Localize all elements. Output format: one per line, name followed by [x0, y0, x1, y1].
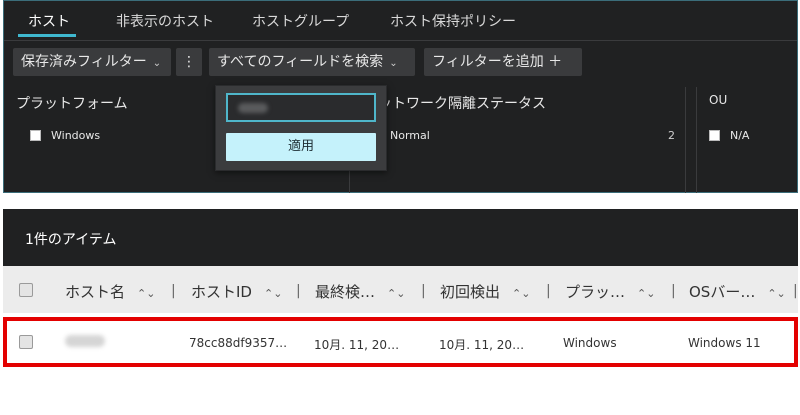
tab-bar: ホスト 非表示のホスト ホストグループ ホスト保持ポリシー: [4, 1, 797, 41]
column-separator: |: [793, 283, 798, 299]
sort-icon[interactable]: ⌃⌄: [512, 287, 530, 300]
search-input[interactable]: [226, 93, 376, 122]
facet-option-windows[interactable]: Windows: [30, 129, 100, 142]
facet-title-platform: プラットフォーム: [16, 96, 128, 112]
column-host-id[interactable]: ホストID ⌃⌄: [191, 281, 282, 302]
search-popup: 適用: [215, 85, 387, 171]
facet-option-normal[interactable]: Normal: [390, 129, 430, 142]
facet-count: 2: [668, 129, 675, 142]
facet-network-isolation: ットワーク隔離ステータス Normal 2: [350, 87, 686, 193]
chevron-down-icon: ⌄: [152, 58, 162, 69]
saved-filters-label: 保存済みフィルター: [21, 54, 147, 70]
facet-row: プラットフォーム Windows ットワーク隔離ステータス Normal 2 O…: [4, 87, 797, 193]
item-count: 1件のアイテム: [25, 232, 117, 248]
select-all-checkbox[interactable]: [19, 283, 33, 297]
column-label: プラッ…: [565, 283, 626, 301]
column-label: 最終検…: [315, 283, 376, 301]
column-label: ホストID: [191, 283, 252, 301]
sort-icon[interactable]: ⌃⌄: [767, 287, 785, 300]
column-separator: |: [546, 283, 551, 299]
tab-host-groups[interactable]: ホストグループ: [252, 11, 349, 31]
column-separator: |: [421, 283, 426, 299]
search-all-fields-label: すべてのフィールドを検索: [217, 54, 384, 70]
column-os-version[interactable]: OSバー… ⌃⌄: [689, 281, 786, 302]
apply-button[interactable]: 適用: [226, 133, 376, 161]
sort-icon[interactable]: ⌃⌄: [637, 287, 655, 300]
redacted-text: [238, 103, 268, 113]
column-label: 初回検出: [440, 283, 501, 301]
column-platform[interactable]: プラッ… ⌃⌄: [565, 281, 655, 302]
facet-option-na[interactable]: N/A: [709, 129, 749, 142]
column-last-seen[interactable]: 最終検… ⌃⌄: [315, 281, 405, 302]
column-label: OSバー…: [689, 283, 756, 301]
column-separator: |: [171, 283, 176, 299]
checkbox[interactable]: [709, 130, 720, 141]
results-header: 1件のアイテム: [3, 209, 798, 266]
filter-panel: ホスト 非表示のホスト ホストグループ ホスト保持ポリシー 保存済みフィルター ⌄…: [3, 0, 798, 193]
toolbar: 保存済みフィルター ⌄ ⋮ すべてのフィールドを検索 ⌄ フィルターを追加 ＋: [4, 48, 797, 78]
active-tab-indicator: [18, 34, 76, 37]
facet-title-network: ットワーク隔離ステータス: [378, 96, 546, 112]
sort-icon[interactable]: ⌃⌄: [264, 287, 282, 300]
column-separator: |: [671, 283, 676, 299]
column-separator: |: [296, 283, 301, 299]
results-panel: 1件のアイテム ホスト名 ⌃⌄ | ホストID ⌃⌄ | 最終検… ⌃⌄ | 初回検出…: [3, 209, 798, 415]
table-header: ホスト名 ⌃⌄ | ホストID ⌃⌄ | 最終検… ⌃⌄ | 初回検出 ⌃⌄ | プラッ…: [3, 266, 798, 313]
column-hostname[interactable]: ホスト名 ⌃⌄: [65, 281, 155, 302]
search-all-fields-button[interactable]: すべてのフィールドを検索 ⌄: [209, 48, 415, 76]
sort-icon[interactable]: ⌃⌄: [137, 287, 155, 300]
add-filter-button[interactable]: フィルターを追加 ＋: [424, 48, 582, 76]
option-label: Windows: [51, 129, 101, 142]
tab-host-retention-policy[interactable]: ホスト保持ポリシー: [390, 11, 516, 31]
sort-icon[interactable]: ⌃⌄: [387, 287, 405, 300]
saved-filters-button[interactable]: 保存済みフィルター ⌄: [13, 48, 171, 76]
tab-hidden-hosts[interactable]: 非表示のホスト: [116, 11, 214, 31]
column-label: ホスト名: [65, 283, 126, 301]
facet-title-ou: OU: [709, 93, 728, 107]
chevron-down-icon: ⌄: [389, 58, 398, 69]
column-first-seen[interactable]: 初回検出 ⌃⌄: [440, 281, 530, 302]
tab-hosts[interactable]: ホスト: [28, 11, 70, 31]
facet-ou: OU N/A: [696, 87, 798, 193]
more-options-button[interactable]: ⋮: [176, 48, 202, 76]
highlight-box: [3, 317, 798, 367]
option-label: Normal: [390, 129, 430, 142]
option-label: N/A: [730, 129, 750, 142]
checkbox[interactable]: [30, 130, 41, 141]
